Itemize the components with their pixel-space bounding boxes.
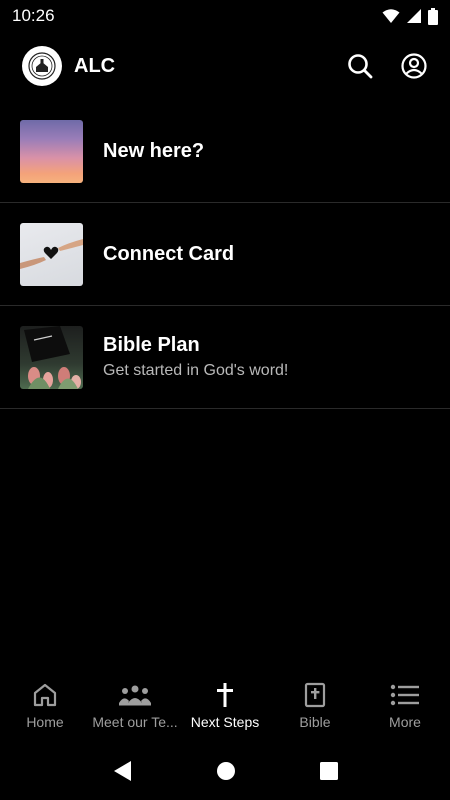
search-button[interactable] [346,52,374,80]
bottom-nav: Home Meet our Te... Next Steps Bible Mor… [0,672,450,742]
list-item-text: Bible Plan Get started in God's word! [103,334,288,380]
hands-heart-thumbnail [20,222,83,286]
list-item-new-here[interactable]: New here? [0,100,450,203]
account-button[interactable] [400,52,428,80]
bible-flowers-image [24,325,81,389]
nav-tab-next-steps[interactable]: Next Steps [180,672,270,742]
list-item-connect-card[interactable]: Connect Card [0,203,450,306]
home-circle-icon[interactable] [216,761,236,781]
bible-icon [304,682,326,708]
wifi-icon [382,9,400,23]
home-icon [33,683,57,707]
app-title: ALC [74,54,116,77]
nav-tab-bible[interactable]: Bible [270,672,360,742]
nav-label: Home [26,714,64,730]
hands-heart-image [20,238,83,269]
list-item-bible-plan[interactable]: Bible Plan Get started in God's word! [0,306,450,409]
list-item-text: New here? [103,140,204,163]
next-steps-list: New here? Connect Card Bible Plan Get st… [0,100,450,409]
status-bar: 10:26 [0,0,450,32]
sunset-thumbnail [20,119,83,183]
list-item-title: Connect Card [103,242,235,265]
status-time: 10:26 [12,6,55,25]
list-item-subtitle: Get started in God's word! [103,362,289,379]
logo-seal-icon [28,52,56,80]
search-icon [348,54,373,79]
status-icons [382,7,438,25]
app-header: ALC [0,40,450,92]
back-icon[interactable] [111,760,133,782]
nav-label: Meet our Te... [92,714,178,730]
nav-tab-meet-our-team[interactable]: Meet our Te... [90,672,180,742]
nav-label: Bible [299,714,331,730]
bible-flowers-thumbnail [20,325,83,389]
list-item-text: Connect Card [103,243,234,266]
church-logo [22,46,62,86]
cellular-icon [407,9,421,23]
nav-tab-more[interactable]: More [360,672,450,742]
nav-label: Next Steps [190,714,260,730]
battery-icon [428,7,438,25]
cross-icon [217,683,233,707]
recents-icon[interactable] [319,761,339,781]
people-icon [119,685,151,706]
list-icon [390,684,419,706]
list-item-title: Bible Plan [103,334,200,356]
header-actions [346,52,428,80]
nav-label: More [389,714,421,730]
system-nav-bar [0,742,450,800]
account-circle-icon [401,53,427,79]
nav-tab-home[interactable]: Home [0,672,90,742]
list-item-title: New here? [103,139,205,162]
